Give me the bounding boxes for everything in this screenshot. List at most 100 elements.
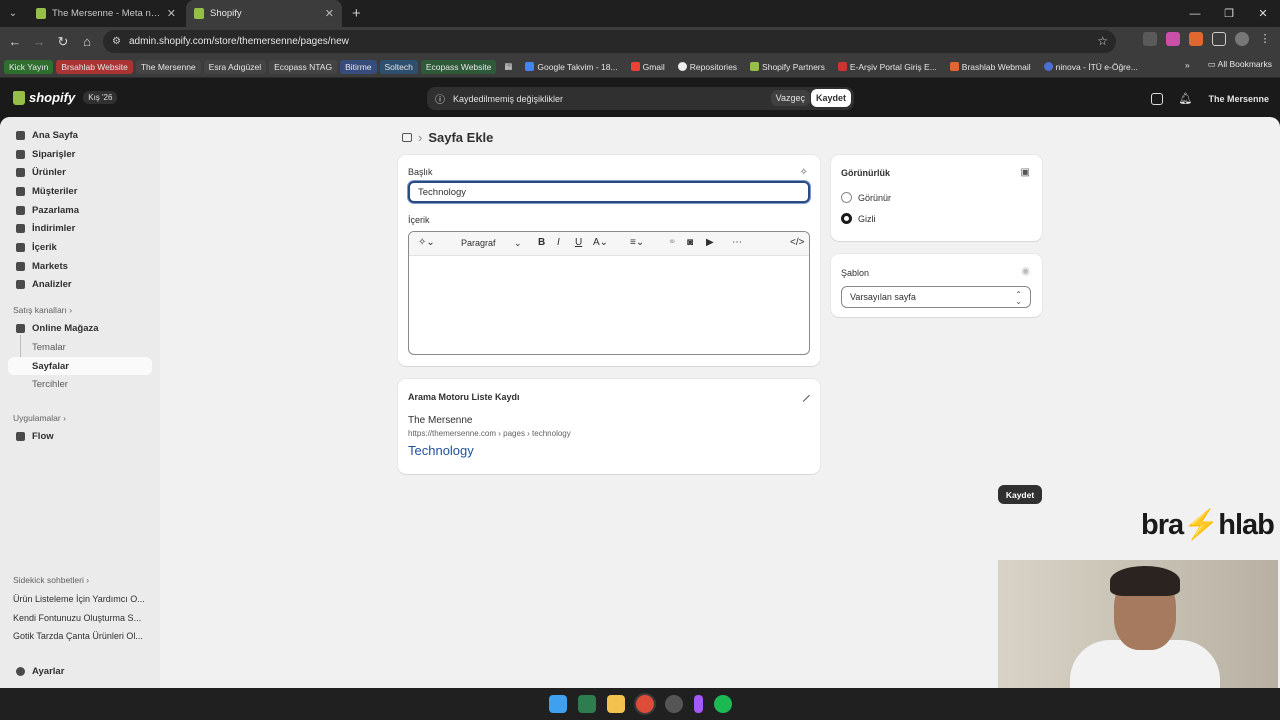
more-icon[interactable]: ⋯ [732,237,742,248]
shopify-logo[interactable]: shopify Kış '26 [13,90,118,105]
all-bookmarks[interactable]: ▭ All Bookmarks [1208,59,1272,70]
inbox-icon[interactable] [1150,92,1163,105]
extension-icon[interactable] [1189,32,1203,46]
content-editor[interactable]: ✧⌄ Paragraf ⌄ B I U A⌄ ≡⌄ ⚭ ◙ ▶ ⋯ </> [408,231,810,355]
apps-grid-icon[interactable]: ▦ [499,59,517,74]
brashlab-watermark: bra⚡hlab [1141,509,1275,541]
radio-hidden[interactable]: Gizli [841,213,876,224]
close-icon[interactable]: ✕ [325,7,334,20]
restore-icon[interactable]: ❐ [1212,0,1246,27]
sparkle-icon[interactable]: ✧ [800,167,808,178]
windows-start-icon[interactable] [548,695,567,713]
bookmark-item[interactable]: Kick Yayın [4,59,54,74]
flow-icon [16,431,25,441]
sidebar-item-flow[interactable]: Flow [8,427,152,445]
discard-button[interactable]: Vazgeç [770,90,810,106]
minimize-icon[interactable]: — [1178,0,1212,27]
bookmark-item[interactable]: Esra Adıgüzel [203,59,267,74]
sidebar-item-markets[interactable]: Markets [8,257,152,275]
calendar-icon[interactable]: ▣ [1021,167,1030,178]
sidebar-item-online-store[interactable]: Online Mağaza [8,319,152,337]
sidebar-item-orders[interactable]: Siparişler [8,145,152,163]
browser-tab-meta[interactable]: The Mersenne - Meta nesne tanımları ✕ [28,0,184,27]
text-color-icon[interactable]: A⌄ [593,237,608,248]
sidekick-chat-item[interactable]: Ürün Listeleme İçin Yardımcı O... [13,594,145,604]
figma-icon[interactable] [693,695,703,713]
bookmark-item[interactable]: Soltech [379,59,418,74]
align-icon[interactable]: ≡⌄ [630,237,644,248]
template-select[interactable]: Varsayılan sayfa ⌃ ⌄ [841,286,1031,308]
link-icon[interactable]: ⚭ [668,237,676,248]
sidebar-item-home[interactable]: Ana Sayfa [8,126,152,144]
bookmark-star-icon[interactable]: ☆ [1097,34,1108,48]
browser-tab-shopify[interactable]: Shopify ✕ [186,0,342,27]
more-menu-icon[interactable]: ⋮ [1258,32,1272,46]
code-icon[interactable]: </> [790,237,804,248]
sidekick-chat-item[interactable]: Kendi Fontunuzu Oluşturma S... [13,613,141,623]
bookmark-item[interactable]: The Mersenne [135,59,201,74]
image-icon[interactable]: ◙ [687,237,693,248]
paragraph-select[interactable]: Paragraf ⌄ [461,238,522,249]
spotify-icon[interactable] [713,695,732,713]
extensions-puzzle-icon[interactable] [1212,32,1226,46]
app-icon[interactable] [577,695,596,713]
sidebar-item-customers[interactable]: Müşteriler [8,182,152,200]
sidekick-header[interactable]: Sidekick sohbetleri › [13,575,89,585]
app-icon[interactable] [664,695,683,713]
bookmark-item[interactable]: Gmail [626,60,670,74]
extension-icon[interactable] [1166,32,1180,46]
radio-visible[interactable]: Görünür [841,192,891,203]
sidebar-item-pages[interactable]: Sayfalar [8,357,152,375]
close-icon[interactable]: ✕ [167,7,176,20]
ai-generate-icon[interactable]: ✧⌄ [418,237,435,248]
bell-icon[interactable]: 🔔︎ [1179,92,1193,105]
sidebar-item-discounts[interactable]: İndirimler [8,219,152,237]
pages-icon[interactable] [402,133,412,142]
bookmark-item[interactable]: Bitirme [340,59,377,74]
extension-icon[interactable] [1143,32,1157,46]
home-icon[interactable]: ⌂ [75,34,99,49]
save-button[interactable]: Kaydet [810,89,851,107]
sidekick-chat-item[interactable]: Gotik Tarzda Çanta Ürünleri Ol... [13,631,143,641]
bookmark-item[interactable]: Repositories [673,60,742,74]
pencil-icon[interactable] [797,389,810,402]
bookmark-item[interactable]: Ecopass NTAG [269,59,338,74]
close-window-icon[interactable]: ✕ [1246,0,1280,27]
save-page-button[interactable]: Kaydet [998,485,1042,504]
bookmark-item[interactable]: Ecopass Website [420,59,497,74]
back-icon[interactable]: ← [3,34,27,49]
bookmark-item[interactable]: Google Takvim - 18... [520,60,622,74]
apps-header[interactable]: Uygulamalar › [13,413,66,423]
new-tab-icon[interactable]: + [352,5,361,22]
bookmark-item[interactable]: ninova - İTÜ e-Öğre... [1039,60,1143,74]
bold-icon[interactable]: B [538,237,545,248]
more-bookmarks-icon[interactable]: » [1185,60,1190,70]
topbar-right: 🔔︎ The Mersenne [1150,92,1269,105]
sidebar-item-marketing[interactable]: Pazarlama [8,201,152,219]
sidebar-item-products[interactable]: Ürünler [8,163,152,181]
sales-channels-header[interactable]: Satış kanalları › [13,305,72,315]
video-icon[interactable]: ▶ [706,237,714,248]
site-info-icon[interactable]: ⚙ [112,36,121,47]
bookmark-item[interactable]: Shopify Partners [745,60,830,74]
sidebar-item-content[interactable]: İçerik [8,238,152,256]
bookmark-item[interactable]: Brashlab Webmail [945,60,1036,74]
bookmark-item[interactable]: E-Arşiv Portal Giriş E... [833,60,942,74]
store-menu[interactable]: The Mersenne [1208,94,1269,104]
sidebar-item-analytics[interactable]: Analizler [8,275,152,293]
reload-icon[interactable]: ↻ [51,34,75,50]
sidebar-item-settings[interactable]: Ayarlar [8,662,152,680]
italic-icon[interactable]: I [557,237,560,248]
sidebar-item-preferences[interactable]: Tercihler [8,375,152,393]
sidebar-item-themes[interactable]: Temalar [8,338,152,356]
forward-icon[interactable]: → [27,34,51,49]
underline-icon[interactable]: U [575,237,582,248]
folder-icon[interactable] [606,695,625,713]
bookmark-item[interactable]: Brsahlab Website [56,59,133,74]
chrome-icon[interactable] [635,695,654,713]
title-input[interactable]: Technology [408,181,810,203]
tab-search-icon[interactable]: ⌄ [0,0,26,27]
profile-avatar[interactable] [1235,32,1249,46]
address-input[interactable]: ⚙ admin.shopify.com/store/themersenne/pa… [103,30,1116,53]
eye-icon[interactable]: ◉ [1021,266,1030,277]
